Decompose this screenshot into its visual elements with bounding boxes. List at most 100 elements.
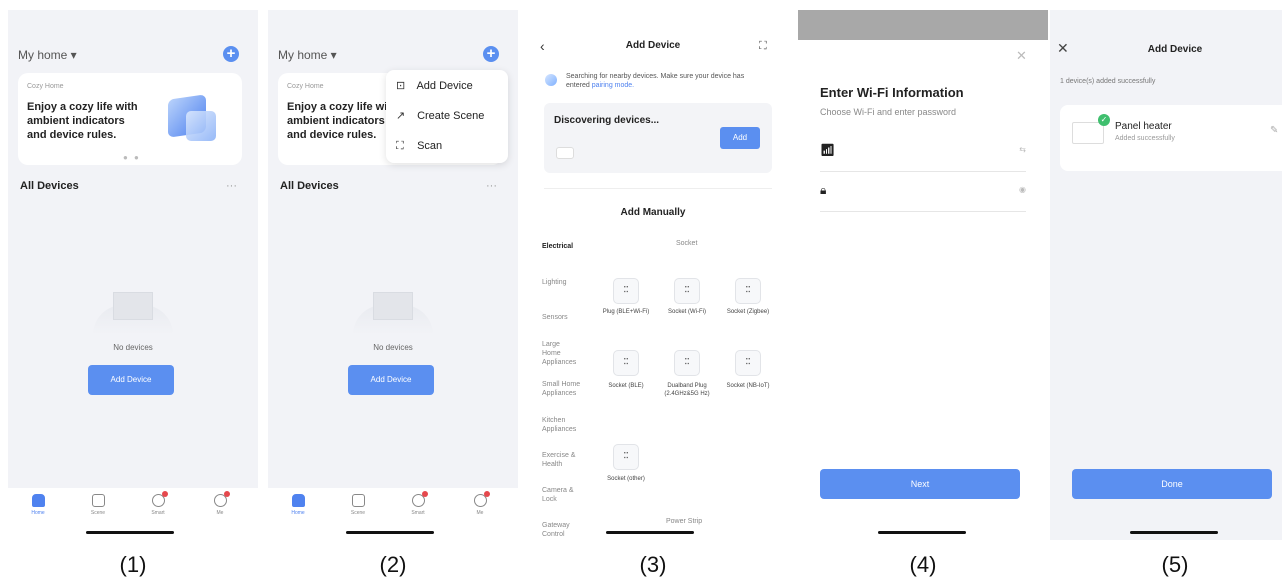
menu-item-scan[interactable]: ⛶ Scan [396, 132, 442, 160]
socket-label: Socket (BLE) [608, 383, 644, 389]
tab-scene[interactable]: Scene [78, 494, 118, 516]
device-thumbnail-icon [556, 147, 574, 159]
scene-icon [351, 494, 365, 507]
tab-home[interactable]: Home [278, 494, 318, 516]
caption-2: (2) [379, 552, 407, 577]
all-devices-heading: All Devices [20, 180, 79, 192]
tab-me[interactable]: Me [200, 491, 240, 516]
screen-home: My home ▾ + Cozy Home Enjoy a cozy life … [8, 10, 258, 540]
socket-label: Socket (NB-IoT) [726, 383, 770, 389]
eye-icon: ◉ [1019, 185, 1026, 194]
carousel-dots: ● ● [123, 153, 141, 162]
section-socket: Socket [676, 240, 698, 247]
home-selector[interactable]: My home ▾ [18, 48, 77, 62]
category-electrical[interactable]: Electrical [542, 242, 594, 251]
home-indicator [346, 531, 434, 534]
home-icon [31, 494, 45, 507]
divider [544, 188, 772, 189]
no-devices-text: No devices [113, 343, 153, 352]
socket-icon[interactable]: ⁚⁚ [735, 350, 761, 376]
more-icon[interactable]: ··· [226, 180, 237, 192]
heater-icon [1072, 122, 1104, 144]
socket-icon[interactable]: ⁚⁚ [613, 444, 639, 470]
scan-icon[interactable]: ⛶ [759, 40, 767, 53]
socket-icon[interactable]: ⁚⁚ [613, 350, 639, 376]
wifi-icon: 📶︎ [820, 143, 836, 157]
screen-add-device: ‹ Add Device ⛶ Searching for nearby devi… [528, 10, 778, 540]
socket-icon[interactable]: ⁚⁚ [674, 350, 700, 376]
card-label: Cozy Home [287, 83, 324, 90]
category-gateway-control[interactable]: Gateway Control [542, 521, 576, 539]
category-large-home-appliances[interactable]: Large Home Appliances [542, 340, 578, 367]
wifi-ssid-field[interactable]: 📶︎ ⇆ [820, 132, 1026, 172]
notification-badge [484, 491, 490, 497]
screen-home-menu: My home ▾ + Cozy Home Enjoy a cozy life … [268, 10, 518, 540]
add-device-button[interactable]: Add Device [88, 365, 174, 395]
screen-wifi: ✕ Enter Wi-Fi Information Choose Wi-Fi a… [798, 10, 1048, 540]
add-manually-heading: Add Manually [620, 207, 686, 218]
pairing-mode-link[interactable]: pairing mode. [592, 82, 634, 89]
tab-home[interactable]: Home [18, 494, 58, 516]
all-devices-heading: All Devices [280, 180, 339, 192]
search-hint: Searching for nearby devices. Make sure … [566, 73, 745, 89]
tab-me[interactable]: Me [460, 491, 500, 516]
socket-label: Plug (BLE+Wi-Fi) [602, 309, 650, 315]
category-sensors[interactable]: Sensors [542, 313, 594, 322]
home-indicator [1130, 531, 1218, 534]
tab-scene[interactable]: Scene [338, 494, 378, 516]
screen-done: ✕ Add Device 1 device(s) added successfu… [1050, 10, 1282, 540]
switch-network-icon: ⇆ [1019, 145, 1026, 154]
socket-icon[interactable]: ⁚⁚ [735, 278, 761, 304]
scan-icon: ⛶ [396, 140, 404, 152]
wifi-password-field[interactable]: 🔒︎ ◉ [820, 172, 1026, 212]
notification-badge [224, 491, 230, 497]
caption-3: (3) [639, 552, 667, 577]
menu-item-add-device[interactable]: ⊡ Add Device [396, 72, 473, 100]
category-exercise-health[interactable]: Exercise & Health [542, 451, 576, 469]
category-small-home-appliances[interactable]: Small Home Appliances [542, 380, 582, 398]
notification-badge [422, 491, 428, 497]
tab-smart[interactable]: Smart [138, 491, 178, 516]
plus-icon[interactable]: + [483, 46, 499, 62]
notification-badge [162, 491, 168, 497]
check-icon: ✓ [1098, 114, 1110, 126]
searching-icon [545, 74, 557, 86]
home-selector[interactable]: My home ▾ [278, 48, 337, 62]
socket-icon[interactable]: ⁚⁚ [674, 278, 700, 304]
cozy-home-card[interactable]: Cozy Home Enjoy a cozy life with ambient… [18, 73, 242, 165]
section-power-strip: Power Strip [666, 518, 703, 525]
discovering-text: Discovering devices... [554, 115, 660, 126]
socket-label: Socket (Wi-Fi) [668, 309, 706, 315]
category-lighting[interactable]: Lighting [542, 278, 594, 287]
house-illustration-icon [186, 111, 216, 141]
add-found-device-button[interactable]: Add [720, 127, 760, 149]
wifi-subtitle: Choose Wi-Fi and enter password [820, 107, 957, 117]
plus-icon[interactable]: + [223, 46, 239, 62]
page-title: Add Device [625, 40, 681, 51]
close-icon[interactable]: ✕ [1016, 48, 1027, 64]
dimmed-background [798, 10, 1048, 40]
home-indicator [86, 531, 174, 534]
category-camera-lock[interactable]: Camera & Lock [542, 486, 576, 504]
wifi-title: Enter Wi-Fi Information [820, 85, 964, 100]
scene-icon [91, 494, 105, 507]
category-kitchen-appliances[interactable]: Kitchen Appliances [542, 416, 582, 434]
add-device-button[interactable]: Add Device [348, 365, 434, 395]
caption-1: (1) [119, 552, 147, 577]
menu-item-create-scene[interactable]: ↗ Create Scene [396, 102, 484, 130]
socket-icon[interactable]: ⁚⁚ [613, 278, 639, 304]
caption-5: (5) [1161, 552, 1189, 577]
add-device-icon: ⊡ [396, 80, 406, 92]
device-status: Added successfully [1115, 135, 1175, 142]
tab-smart[interactable]: Smart [398, 491, 438, 516]
added-device-card[interactable]: ✓ Panel heater Added successfully ✎ [1060, 105, 1282, 171]
done-button[interactable]: Done [1072, 469, 1272, 499]
home-indicator [606, 531, 694, 534]
discovering-card: Discovering devices... Add [544, 103, 772, 173]
more-icon[interactable]: ··· [486, 180, 497, 192]
card-text: Enjoy a cozy life with ambient indicator… [27, 101, 138, 141]
caption-4: (4) [909, 552, 937, 577]
next-button[interactable]: Next [820, 469, 1020, 499]
no-devices-text: No devices [373, 343, 413, 352]
edit-icon[interactable]: ✎ [1270, 125, 1278, 136]
